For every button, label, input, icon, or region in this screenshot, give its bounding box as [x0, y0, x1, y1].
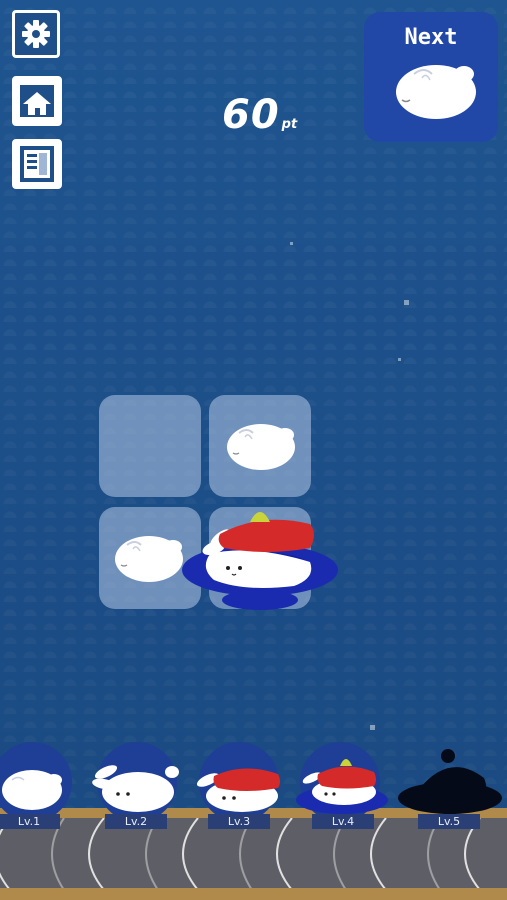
next-piece-panel: Next — [364, 12, 498, 142]
speck — [370, 725, 375, 730]
level-5-locked-silhouette-icon — [398, 749, 502, 814]
home-icon — [20, 85, 54, 117]
home-button[interactable] — [12, 76, 62, 126]
book-button[interactable] — [12, 139, 62, 189]
speck — [404, 300, 409, 305]
level-2-rabbit-icon — [92, 765, 179, 812]
level-4-label: Lv.4 — [312, 814, 374, 829]
tuna-sushi-piece[interactable] — [180, 498, 350, 618]
score-display: 60 pt — [222, 92, 297, 138]
settings-button[interactable] — [12, 10, 60, 58]
grid-cell-top-right[interactable] — [209, 395, 311, 497]
gear-icon — [22, 20, 50, 48]
score-value: 60 — [222, 92, 280, 138]
level-2-label: Lv.2 — [105, 814, 167, 829]
level-3-label: Lv.3 — [208, 814, 270, 829]
rabbit-rice-icon — [227, 424, 295, 470]
rabbit-rice-next-icon — [396, 65, 476, 119]
belt-rail-bottom — [0, 888, 507, 900]
level-5-label: Lv.5 — [418, 814, 480, 829]
score-unit: pt — [281, 117, 298, 132]
speck — [290, 242, 293, 245]
grid-cell-top-left[interactable] — [99, 395, 201, 497]
level-4-plated-tuna-icon — [296, 759, 388, 814]
book-icon — [20, 146, 54, 182]
level-1-rabbit-rice-icon — [2, 770, 62, 810]
level-1-label: Lv.1 — [0, 814, 60, 829]
level-3-tuna-rabbit-icon — [196, 768, 280, 812]
speck — [398, 358, 401, 361]
